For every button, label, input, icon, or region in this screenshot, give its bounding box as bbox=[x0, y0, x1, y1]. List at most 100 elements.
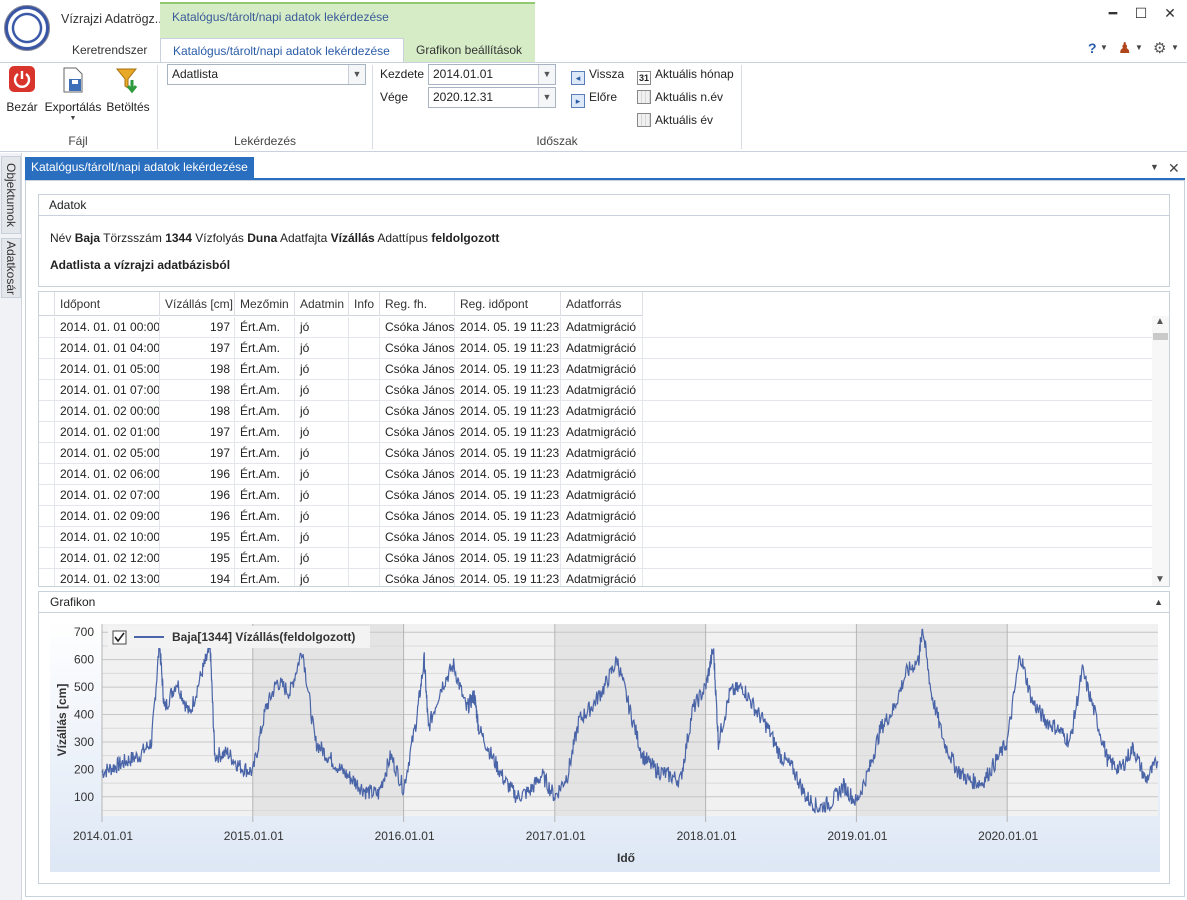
table-row[interactable]: 2014. 01. 02 05:00 197 Ért.Am. jó Csóka Jáno… bbox=[39, 443, 1152, 464]
table-cell[interactable]: Csóka János bbox=[380, 380, 455, 401]
table-cell[interactable]: 2014. 05. 19 11:23 bbox=[455, 338, 561, 359]
table-cell[interactable]: 2014. 05. 19 11:23 bbox=[455, 464, 561, 485]
table-cell[interactable]: 197 bbox=[160, 443, 235, 464]
column-header[interactable]: Időpont bbox=[55, 292, 160, 316]
table-cell[interactable]: Ért.Am. bbox=[235, 548, 295, 569]
user-dropdown-icon[interactable]: ▼ bbox=[1135, 43, 1143, 52]
document-close-icon[interactable]: ✕ bbox=[1168, 160, 1180, 177]
row-selector[interactable] bbox=[39, 527, 55, 548]
table-cell[interactable] bbox=[349, 527, 380, 548]
app-logo-icon[interactable] bbox=[4, 5, 50, 51]
table-cell[interactable]: Ért.Am. bbox=[235, 317, 295, 338]
table-cell[interactable]: 197 bbox=[160, 422, 235, 443]
table-cell[interactable]: 195 bbox=[160, 548, 235, 569]
table-cell[interactable]: Csóka János bbox=[380, 443, 455, 464]
table-cell[interactable] bbox=[349, 548, 380, 569]
table-cell[interactable]: 2014. 01. 02 12:00 bbox=[55, 548, 160, 569]
table-cell[interactable]: Ért.Am. bbox=[235, 401, 295, 422]
table-cell[interactable] bbox=[349, 338, 380, 359]
close-icon[interactable]: ✕ bbox=[1163, 6, 1177, 20]
vissza-button[interactable]: ◂ Vissza bbox=[571, 64, 624, 85]
collapse-chevron-icon[interactable]: ▲ bbox=[1154, 592, 1163, 612]
table-row[interactable]: 2014. 01. 02 09:00 196 Ért.Am. jó Csóka Jáno… bbox=[39, 506, 1152, 527]
vege-date-input[interactable]: 2020.12.31 ▼ bbox=[428, 87, 556, 108]
tab-list-dropdown-icon[interactable]: ▼ bbox=[1150, 162, 1159, 172]
table-cell[interactable]: jó bbox=[295, 401, 349, 422]
table-cell[interactable]: Csóka János bbox=[380, 506, 455, 527]
column-header[interactable]: Vízállás [cm] bbox=[160, 292, 235, 316]
table-cell[interactable]: Ért.Am. bbox=[235, 380, 295, 401]
scroll-down-icon[interactable]: ▼ bbox=[1155, 574, 1165, 585]
table-row[interactable]: 2014. 01. 01 00:00 197 Ért.Am. jó Csóka Jáno… bbox=[39, 317, 1152, 338]
table-cell[interactable] bbox=[349, 401, 380, 422]
table-cell[interactable]: 2014. 05. 19 11:23 bbox=[455, 317, 561, 338]
table-cell[interactable]: jó bbox=[295, 380, 349, 401]
table-cell[interactable]: Csóka János bbox=[380, 317, 455, 338]
row-selector[interactable] bbox=[39, 317, 55, 338]
table-cell[interactable]: jó bbox=[295, 506, 349, 527]
aktualis-ev-button[interactable]: Aktuális év bbox=[637, 110, 713, 130]
row-selector[interactable] bbox=[39, 506, 55, 527]
table-cell[interactable]: Adatmigráció bbox=[561, 338, 643, 359]
table-row[interactable]: 2014. 01. 01 05:00 198 Ért.Am. jó Csóka Jáno… bbox=[39, 359, 1152, 380]
grid-scrollbar[interactable]: ▲ ▼ bbox=[1152, 316, 1169, 586]
table-cell[interactable] bbox=[349, 317, 380, 338]
settings-icon[interactable]: ⚙ bbox=[1153, 39, 1166, 57]
aktualis-honap-button[interactable]: 31 Aktuális hónap bbox=[637, 64, 734, 85]
elore-button[interactable]: ▸ Előre bbox=[571, 87, 617, 108]
table-cell[interactable]: Ért.Am. bbox=[235, 464, 295, 485]
table-cell[interactable]: Csóka János bbox=[380, 422, 455, 443]
table-row[interactable]: 2014. 01. 02 01:00 197 Ért.Am. jó Csóka Jáno… bbox=[39, 422, 1152, 443]
table-cell[interactable] bbox=[349, 359, 380, 380]
table-row[interactable]: 2014. 01. 01 07:00 198 Ért.Am. jó Csóka Jáno… bbox=[39, 380, 1152, 401]
side-tab-adatkosar[interactable]: Adatkosár bbox=[1, 238, 21, 298]
table-row[interactable]: 2014. 01. 02 06:00 196 Ért.Am. jó Csóka Jáno… bbox=[39, 464, 1152, 485]
column-header[interactable]: Reg. időpont bbox=[455, 292, 561, 316]
table-cell[interactable]: Adatmigráció bbox=[561, 527, 643, 548]
side-tab-objektumok[interactable]: Objektumok bbox=[1, 156, 21, 234]
table-cell[interactable]: Csóka János bbox=[380, 338, 455, 359]
table-cell[interactable]: Ért.Am. bbox=[235, 422, 295, 443]
row-selector[interactable] bbox=[39, 464, 55, 485]
scroll-up-icon[interactable]: ▲ bbox=[1155, 316, 1165, 327]
table-cell[interactable]: jó bbox=[295, 443, 349, 464]
table-cell[interactable]: 195 bbox=[160, 527, 235, 548]
table-cell[interactable]: 2014. 05. 19 11:23 bbox=[455, 401, 561, 422]
table-cell[interactable]: 2014. 01. 02 01:00 bbox=[55, 422, 160, 443]
column-header[interactable]: Info bbox=[349, 292, 380, 316]
table-row[interactable]: 2014. 01. 02 12:00 195 Ért.Am. jó Csóka Jáno… bbox=[39, 548, 1152, 569]
row-selector[interactable] bbox=[39, 380, 55, 401]
table-cell[interactable]: jó bbox=[295, 527, 349, 548]
table-cell[interactable]: Ért.Am. bbox=[235, 443, 295, 464]
table-cell[interactable]: 2014. 01. 02 07:00 bbox=[55, 485, 160, 506]
table-cell[interactable]: 2014. 01. 02 00:00 bbox=[55, 401, 160, 422]
table-cell[interactable]: 2014. 01. 01 05:00 bbox=[55, 359, 160, 380]
table-cell[interactable]: Ért.Am. bbox=[235, 359, 295, 380]
table-cell[interactable]: Csóka János bbox=[380, 485, 455, 506]
scroll-thumb[interactable] bbox=[1153, 333, 1168, 340]
table-cell[interactable]: 2014. 05. 19 11:23 bbox=[455, 569, 561, 586]
table-cell[interactable]: 2014. 05. 19 11:23 bbox=[455, 527, 561, 548]
table-cell[interactable]: Adatmigráció bbox=[561, 443, 643, 464]
table-cell[interactable]: jó bbox=[295, 485, 349, 506]
user-icon[interactable]: ♟ bbox=[1118, 39, 1131, 57]
table-cell[interactable]: jó bbox=[295, 338, 349, 359]
table-cell[interactable] bbox=[349, 485, 380, 506]
row-selector[interactable] bbox=[39, 485, 55, 506]
table-cell[interactable]: Csóka János bbox=[380, 527, 455, 548]
table-cell[interactable]: 2014. 05. 19 11:23 bbox=[455, 422, 561, 443]
table-cell[interactable]: 196 bbox=[160, 485, 235, 506]
row-selector[interactable] bbox=[39, 359, 55, 380]
tab-grafikon-beallitasok[interactable]: Grafikon beállítások bbox=[404, 38, 535, 62]
tab-katalogus[interactable]: Katalógus/tárolt/napi adatok lekérdezése bbox=[160, 38, 404, 63]
table-cell[interactable]: Adatmigráció bbox=[561, 422, 643, 443]
row-selector[interactable] bbox=[39, 569, 55, 586]
row-selector[interactable] bbox=[39, 443, 55, 464]
table-cell[interactable] bbox=[349, 443, 380, 464]
table-row[interactable]: 2014. 01. 02 10:00 195 Ért.Am. jó Csóka Jáno… bbox=[39, 527, 1152, 548]
table-cell[interactable]: 2014. 05. 19 11:23 bbox=[455, 443, 561, 464]
table-cell[interactable]: Adatmigráció bbox=[561, 485, 643, 506]
table-cell[interactable]: 2014. 05. 19 11:23 bbox=[455, 506, 561, 527]
table-cell[interactable]: Ért.Am. bbox=[235, 569, 295, 586]
table-cell[interactable] bbox=[349, 464, 380, 485]
